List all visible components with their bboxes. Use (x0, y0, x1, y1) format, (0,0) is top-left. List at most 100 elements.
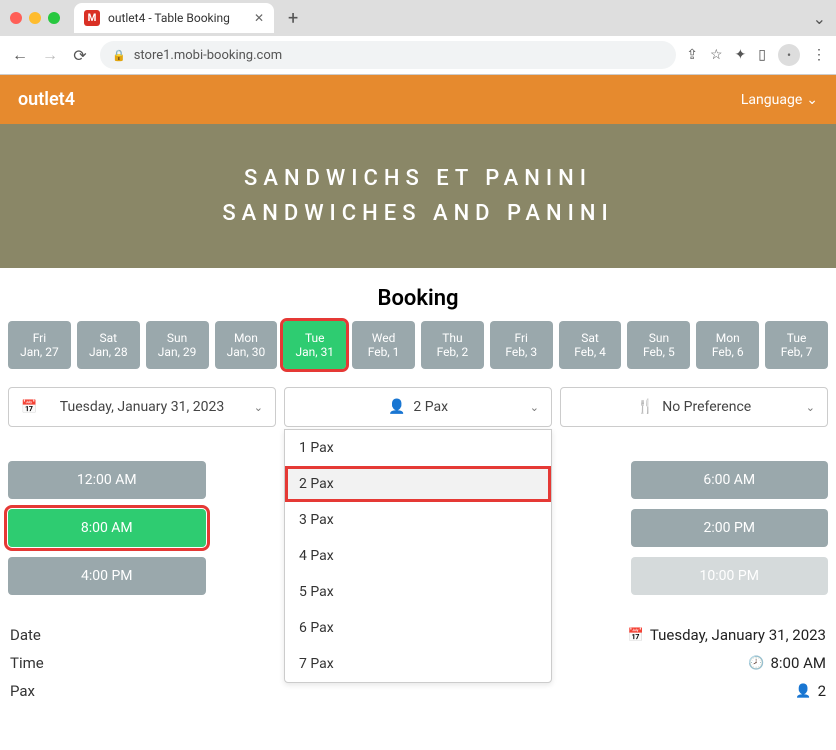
summary-pax-label: Pax (10, 682, 35, 700)
close-tab-icon[interactable]: ✕ (254, 11, 264, 25)
language-dropdown[interactable]: Language ⌄ (741, 92, 818, 108)
new-tab-button[interactable]: + (282, 8, 304, 29)
forward-button[interactable]: → (40, 45, 60, 65)
date-dow: Sat (581, 331, 599, 345)
date-dow: Mon (716, 331, 740, 345)
extensions-icon[interactable]: ✦ (735, 47, 747, 63)
chevron-down-icon: ⌄ (806, 92, 818, 108)
profile-avatar[interactable]: • (778, 44, 800, 66)
close-window-icon[interactable] (10, 12, 22, 24)
date-dow: Fri (515, 331, 528, 345)
language-label: Language (741, 92, 802, 108)
date-md: Jan, 31 (295, 345, 334, 359)
hero-line-2: SANDWICHES AND PANINI (222, 196, 613, 231)
date-dow: Sun (167, 331, 187, 345)
date-md: Jan, 27 (20, 345, 59, 359)
menu-icon[interactable]: ⋮ (812, 47, 826, 63)
hero-banner: SANDWICHS ET PANINI SANDWICHES AND PANIN… (0, 124, 836, 268)
date-dow: Thu (442, 331, 462, 345)
calendar-icon: 📅 (21, 400, 37, 415)
date-cell[interactable]: SatJan, 28 (77, 321, 140, 369)
tab-title: outlet4 - Table Booking (108, 11, 230, 25)
date-dow: Mon (234, 331, 258, 345)
chevron-down-icon: ⌄ (806, 401, 815, 414)
date-md: Feb, 7 (781, 345, 813, 359)
pax-option[interactable]: 2 Pax (285, 466, 551, 502)
pax-option[interactable]: 5 Pax (285, 574, 551, 610)
preference-select[interactable]: 🍴 No Preference ⌄ (560, 387, 828, 427)
share-icon[interactable]: ⇪ (686, 47, 698, 63)
chevron-down-icon: ⌄ (254, 401, 263, 414)
date-md: Feb, 4 (574, 345, 606, 359)
summary-date-value: Tuesday, January 31, 2023 (650, 626, 826, 644)
date-cell[interactable]: WedFeb, 1 (352, 321, 415, 369)
bookmark-icon[interactable]: ☆ (710, 47, 723, 63)
date-md: Feb, 3 (505, 345, 537, 359)
date-dow: Tue (787, 331, 807, 345)
time-slot[interactable]: 12:00 AM (8, 461, 206, 499)
hero-line-1: SANDWICHS ET PANINI (244, 161, 592, 196)
section-title: Booking (8, 286, 828, 311)
date-cell[interactable]: SunJan, 29 (146, 321, 209, 369)
date-cell[interactable]: FriFeb, 3 (490, 321, 553, 369)
date-cell[interactable]: TueJan, 31 (283, 321, 346, 369)
date-md: Jan, 28 (89, 345, 128, 359)
window-traffic-lights (10, 12, 60, 24)
browser-chrome: M outlet4 - Table Booking ✕ + ⌄ ← → ⟳ 🔒 … (0, 0, 836, 75)
chevron-down-icon: ⌄ (530, 401, 539, 414)
time-slot[interactable]: 8:00 AM (8, 509, 206, 547)
date-dow: Fri (33, 331, 46, 345)
url-text: store1.mobi-booking.com (134, 48, 282, 63)
summary-time-label: Time (10, 654, 44, 672)
time-slot[interactable]: 2:00 PM (631, 509, 829, 547)
pax-select-value: 2 Pax (413, 399, 448, 415)
time-slot[interactable]: 6:00 AM (631, 461, 829, 499)
address-bar[interactable]: 🔒 store1.mobi-booking.com (100, 41, 676, 69)
date-md: Jan, 29 (158, 345, 197, 359)
tab-overflow-icon[interactable]: ⌄ (813, 9, 826, 28)
date-select-value: Tuesday, January 31, 2023 (60, 399, 224, 415)
browser-tab[interactable]: M outlet4 - Table Booking ✕ (74, 3, 274, 33)
summary-date-label: Date (10, 626, 41, 644)
pax-option[interactable]: 1 Pax (285, 430, 551, 466)
pax-option[interactable]: 3 Pax (285, 502, 551, 538)
time-slot[interactable]: 4:00 PM (8, 557, 206, 595)
fullscreen-window-icon[interactable] (48, 12, 60, 24)
date-cell[interactable]: FriJan, 27 (8, 321, 71, 369)
date-cell[interactable]: MonFeb, 6 (696, 321, 759, 369)
date-md: Feb, 6 (712, 345, 744, 359)
reload-button[interactable]: ⟳ (70, 46, 90, 65)
back-button[interactable]: ← (10, 45, 30, 65)
minimize-window-icon[interactable] (29, 12, 41, 24)
panel-icon[interactable]: ▯ (758, 47, 766, 63)
date-dow: Sun (649, 331, 669, 345)
utensils-icon: 🍴 (637, 399, 654, 415)
date-dow: Sat (99, 331, 117, 345)
pax-select[interactable]: 👤 2 Pax ⌄ 1 Pax2 Pax3 Pax4 Pax5 Pax6 Pax… (284, 387, 552, 427)
pax-dropdown: 1 Pax2 Pax3 Pax4 Pax5 Pax6 Pax7 Pax (284, 429, 552, 683)
lock-icon: 🔒 (112, 49, 126, 62)
date-dow: Tue (305, 331, 325, 345)
pax-option[interactable]: 4 Pax (285, 538, 551, 574)
date-select[interactable]: 📅 Tuesday, January 31, 2023 ⌄ (8, 387, 276, 427)
app-header: outlet4 Language ⌄ (0, 75, 836, 124)
time-slot: 10:00 PM (631, 557, 829, 595)
date-cell[interactable]: TueFeb, 7 (765, 321, 828, 369)
date-md: Feb, 2 (437, 345, 469, 359)
date-cell[interactable]: SatFeb, 4 (559, 321, 622, 369)
preference-select-value: No Preference (662, 399, 751, 415)
clock-icon: 🕗 (748, 656, 764, 671)
summary-pax-value: 2 (818, 682, 826, 700)
person-icon: 👤 (388, 399, 405, 415)
calendar-icon: 📅 (628, 628, 644, 643)
date-md: Feb, 5 (643, 345, 675, 359)
date-cell[interactable]: MonJan, 30 (215, 321, 278, 369)
date-cell[interactable]: SunFeb, 5 (627, 321, 690, 369)
date-md: Feb, 1 (368, 345, 400, 359)
date-cell[interactable]: ThuFeb, 2 (421, 321, 484, 369)
pax-option[interactable]: 6 Pax (285, 610, 551, 646)
pax-option[interactable]: 7 Pax (285, 646, 551, 682)
brand-name: outlet4 (18, 89, 75, 110)
date-dow: Wed (372, 331, 396, 345)
date-md: Jan, 30 (227, 345, 266, 359)
